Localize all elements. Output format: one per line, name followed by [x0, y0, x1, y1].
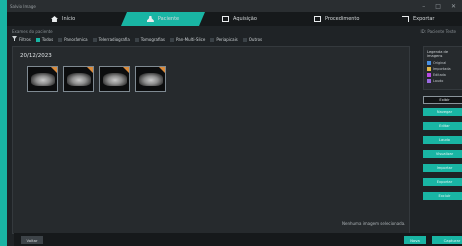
tab-aquisicao[interactable]: Aquisição — [222, 12, 282, 26]
maximize-icon[interactable]: □ — [435, 3, 441, 10]
checkbox-icon — [35, 37, 40, 42]
navegar-button[interactable]: Navegar — [423, 108, 462, 116]
tab-exportar[interactable]: Exportar — [402, 12, 458, 26]
exportar-button[interactable]: Exportar — [423, 178, 462, 186]
back-button[interactable]: Voltar — [21, 236, 43, 244]
importar-button[interactable]: Importar — [423, 164, 462, 172]
legend-title: Legenda de imagens — [427, 50, 449, 58]
tab-label: Início — [62, 16, 76, 22]
new-button[interactable]: Nova — [404, 236, 426, 244]
filter-periapicais[interactable]: Periapicais — [210, 37, 238, 42]
checkbox-icon — [92, 37, 97, 42]
checkbox-icon — [170, 37, 175, 42]
filter-panoramica[interactable]: Panorâmica — [58, 37, 88, 42]
patient-id: ID: Paciente Teste — [420, 28, 456, 34]
tab-label: Exportar — [413, 16, 435, 22]
selection-status: Nenhuma imagem selecionada. — [342, 221, 406, 226]
laudo-button[interactable]: Laudo — [423, 136, 462, 144]
legend-item: Editada — [427, 73, 462, 77]
home-icon — [51, 16, 58, 22]
window-controls: – □ ✕ — [422, 3, 462, 10]
capture-button[interactable]: Capturar — [432, 236, 462, 244]
image-tag-icon — [87, 67, 93, 73]
xray-image — [139, 73, 163, 86]
close-icon[interactable]: ✕ — [451, 3, 456, 10]
section-title: Exames do paciente — [12, 28, 53, 34]
export-icon — [402, 16, 409, 22]
checkbox-icon — [210, 37, 215, 42]
window-title: Salvio Image — [10, 3, 36, 9]
filter-outros[interactable]: Outros — [242, 37, 262, 42]
xray-image — [31, 73, 55, 86]
title-bar: Salvio Image – □ ✕ — [7, 0, 462, 12]
user-icon — [147, 16, 154, 22]
minimize-icon[interactable]: – — [422, 3, 425, 10]
tab-label: Aquisição — [233, 16, 257, 22]
acquisition-icon — [222, 16, 229, 22]
thumbnail-list — [27, 66, 166, 92]
main-nav: Início Paciente Aquisição Procedimento E… — [7, 12, 462, 26]
sub-header: Exames do paciente ID: Paciente Teste — [7, 27, 462, 35]
visualizar-button[interactable]: Visualizar — [423, 150, 462, 158]
legend-item: Laudo — [427, 79, 462, 83]
checkbox-icon — [134, 37, 139, 42]
xray-image — [103, 73, 127, 86]
filter-pan-multi-slice[interactable]: Pan-Multi-Slice — [170, 37, 205, 42]
filter-telerradiografia[interactable]: Telerradiografia — [92, 37, 130, 42]
excluir-button[interactable]: Excluir — [423, 192, 462, 200]
legend-swatch — [427, 79, 431, 83]
exam-date: 20/12/2023 — [20, 53, 52, 59]
checkbox-icon — [58, 37, 63, 42]
tab-inicio[interactable]: Início — [51, 12, 105, 26]
filter-label: Filtros — [12, 36, 31, 42]
tab-procedimento[interactable]: Procedimento — [314, 12, 384, 26]
action-sidebar: Legenda de imagens Original Importada Ed… — [417, 46, 462, 234]
legend-item: Importada — [427, 67, 462, 71]
image-legend: Legenda de imagens Original Importada Ed… — [423, 46, 462, 90]
image-tag-icon — [159, 67, 165, 73]
legend-swatch — [427, 67, 431, 71]
image-tag-icon — [51, 67, 57, 73]
image-tag-icon — [123, 67, 129, 73]
editar-button[interactable]: Editar — [423, 122, 462, 130]
thumbnail-panoramic[interactable] — [63, 66, 94, 92]
legend-swatch — [427, 61, 431, 65]
filter-tomografias[interactable]: Tomografias — [134, 37, 165, 42]
app-window: Salvio Image – □ ✕ Início Paciente Aquis… — [0, 0, 462, 246]
exibir-button[interactable]: Exibir — [423, 96, 462, 104]
tab-paciente[interactable]: Paciente — [121, 12, 205, 26]
legend-item: Original — [427, 61, 462, 65]
legend-swatch — [427, 73, 431, 77]
tab-label: Procedimento — [325, 16, 360, 22]
thumbnail-panoramic[interactable] — [27, 66, 58, 92]
footer-bar: Voltar Nova Capturar — [14, 233, 462, 246]
filter-todos[interactable]: Todos — [35, 37, 53, 42]
checkbox-icon — [242, 37, 247, 42]
procedure-icon — [314, 16, 321, 22]
xray-image — [67, 73, 91, 86]
filter-bar: Filtros Todos Panorâmica Telerradiografi… — [12, 35, 262, 43]
thumbnail-panoramic[interactable] — [99, 66, 130, 92]
thumbnail-panoramic[interactable] — [135, 66, 166, 92]
filter-icon — [12, 36, 17, 41]
tab-label: Paciente — [157, 16, 180, 22]
